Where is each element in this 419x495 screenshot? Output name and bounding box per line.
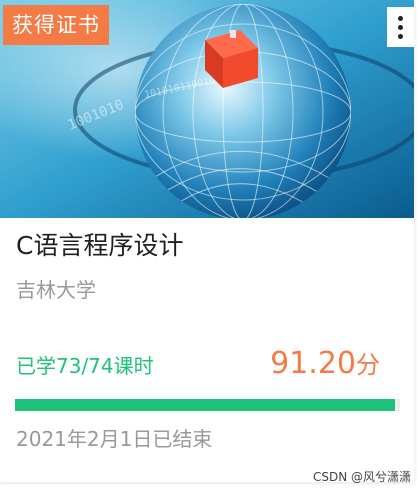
progress-bar — [15, 399, 400, 411]
course-title[interactable]: C语言程序设计 — [16, 228, 183, 264]
course-score: 91.20分 — [270, 344, 380, 385]
score-unit: 分 — [356, 351, 380, 379]
certificate-badge: 获得证书 — [3, 5, 109, 45]
more-vertical-icon[interactable] — [387, 7, 414, 47]
score-value: 91.20 — [270, 346, 356, 381]
progress-fill — [15, 399, 395, 411]
watermark: CSDN @风兮潇潇 — [312, 470, 411, 484]
course-card[interactable]: 1001010 1010101100101 获得证书 C语言程序设计 吉林大学 … — [0, 0, 414, 482]
end-date: 2021年2月1日已结束 — [16, 427, 213, 451]
course-cover[interactable]: 1001010 1010101100101 获得证书 — [0, 0, 414, 218]
learned-hours: 已学73/74课时 — [16, 354, 154, 378]
school-name: 吉林大学 — [16, 278, 96, 302]
